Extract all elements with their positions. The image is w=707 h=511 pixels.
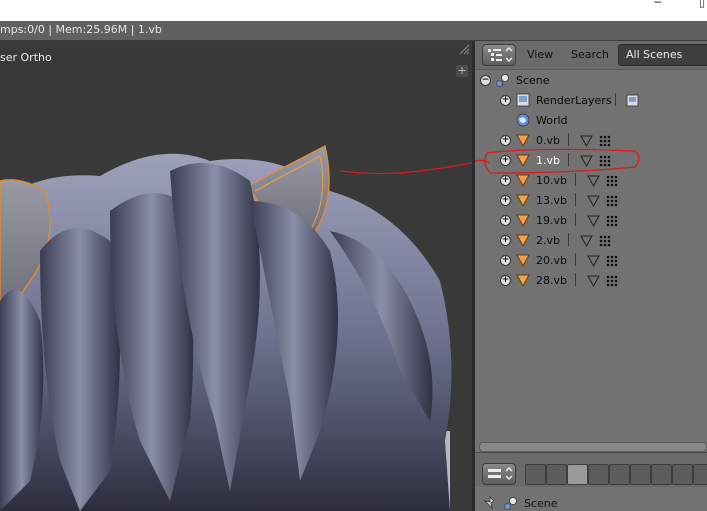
outliner-row-world[interactable]: World (475, 111, 707, 131)
material-tab-icon[interactable] (693, 464, 707, 485)
scene-filter-value: All Scenes (626, 48, 683, 61)
separator (575, 273, 576, 286)
object-mesh-icon (516, 214, 530, 227)
outliner-item-label: 28.vb (536, 274, 567, 287)
collapse-icon[interactable]: − (480, 75, 491, 86)
restore-icon[interactable]: ▯ (699, 0, 705, 9)
world-icon (516, 113, 530, 127)
expand-icon[interactable]: + (500, 195, 511, 206)
pin-icon[interactable] (483, 496, 497, 510)
outliner-item-label: 20.vb (536, 254, 567, 267)
annotation-circle (475, 148, 640, 174)
constraints-tab-icon[interactable] (630, 464, 651, 485)
view-menu[interactable]: View (527, 48, 553, 61)
separator (575, 253, 576, 266)
object-mesh-icon (516, 254, 530, 267)
mesh-data-icon[interactable] (587, 254, 600, 267)
outliner-header: View Search All Scenes (475, 41, 707, 70)
vertex-group-icon[interactable] (605, 194, 618, 207)
expand-icon[interactable]: + (500, 95, 511, 106)
context-label: Scene (524, 497, 558, 510)
vertex-group-icon[interactable] (605, 274, 618, 287)
mesh-data-icon[interactable] (587, 194, 600, 207)
outliner-row-object[interactable]: + 20.vb (475, 251, 707, 271)
info-stats: mps:0/0 | Mem:25.96M | 1.vb (0, 23, 162, 36)
3d-viewport[interactable]: ser Ortho + (0, 41, 472, 511)
properties-panel: Scene (475, 452, 707, 511)
viewport-render (0, 145, 472, 511)
search-menu[interactable]: Search (571, 48, 609, 61)
modifiers-tab-icon[interactable] (651, 464, 672, 485)
scene-filter-dropdown[interactable]: All Scenes (618, 44, 707, 66)
annotation-arrow (339, 170, 421, 175)
outliner-row-renderlayers[interactable]: + RenderLayers (475, 91, 707, 111)
separator (568, 233, 569, 246)
separator (615, 93, 616, 106)
scene-tab-icon[interactable] (567, 464, 588, 485)
expand-icon[interactable]: + (500, 275, 511, 286)
outliner-item-label: Scene (516, 74, 550, 87)
world-tab-icon[interactable] (588, 464, 609, 485)
expand-icon[interactable]: + (500, 255, 511, 266)
outliner-item-label: World (536, 114, 568, 127)
separator (575, 213, 576, 226)
object-mesh-icon (516, 234, 530, 247)
render-layers-tab-icon[interactable] (546, 464, 567, 485)
object-tab-icon[interactable] (609, 464, 630, 485)
outliner-item-label: 19.vb (536, 214, 567, 227)
vertex-group-icon[interactable] (605, 214, 618, 227)
outliner-row-object[interactable]: + 28.vb (475, 271, 707, 291)
data-tab-icon[interactable] (672, 464, 693, 485)
outliner-item-label: RenderLayers (536, 94, 612, 107)
scene-icon (504, 497, 517, 510)
object-mesh-icon (516, 274, 530, 287)
separator (575, 193, 576, 206)
window-titlebar: ─ ▯ (0, 0, 707, 22)
expand-icon[interactable]: + (500, 235, 511, 246)
render-tab-icon[interactable] (525, 464, 546, 485)
vertex-group-icon[interactable] (598, 234, 611, 247)
mesh-data-icon[interactable] (587, 214, 600, 227)
render-layer-toggle-icon[interactable] (626, 94, 639, 107)
renderlayers-icon (516, 93, 530, 107)
mesh-data-icon[interactable] (587, 274, 600, 287)
editor-type-button[interactable] (482, 463, 516, 485)
annotation-arrow (419, 162, 472, 172)
mesh-data-icon[interactable] (580, 234, 593, 247)
outliner-list-icon (488, 47, 513, 62)
scene-icon (496, 74, 509, 87)
expand-icon[interactable]: + (500, 215, 511, 226)
outliner-item-label: 2.vb (536, 234, 560, 247)
outliner-row-scene[interactable]: − Scene (475, 71, 707, 91)
editor-type-button[interactable] (482, 44, 516, 66)
minimize-icon[interactable]: ─ (654, 0, 661, 9)
object-mesh-icon (516, 194, 530, 207)
outliner-row-object[interactable]: + 13.vb (475, 191, 707, 211)
outliner-row-object[interactable]: + 19.vb (475, 211, 707, 231)
outliner-scrollbar[interactable] (479, 442, 707, 452)
outliner-row-object[interactable]: + 2.vb (475, 231, 707, 251)
properties-header (475, 452, 707, 487)
outliner-item-label: 13.vb (536, 194, 567, 207)
info-bar: mps:0/0 | Mem:25.96M | 1.vb (0, 21, 707, 41)
vertex-group-icon[interactable] (605, 254, 618, 267)
outliner-panel: View Search All Scenes − Scene + RenderL… (475, 41, 707, 452)
properties-context: Scene (475, 494, 707, 511)
properties-editor-icon (488, 467, 513, 480)
